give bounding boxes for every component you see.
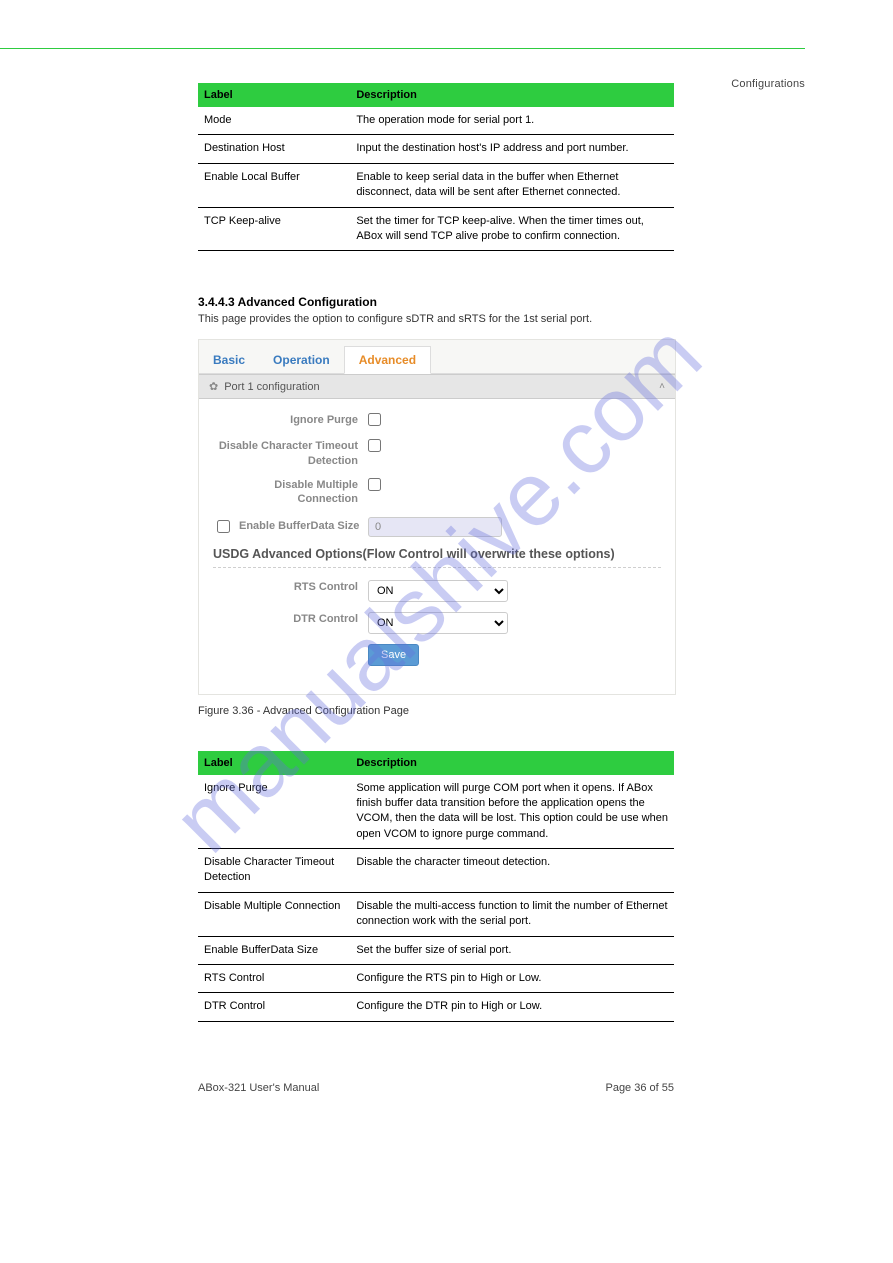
table-row: Destination HostInput the destination ho… [198,135,674,163]
table-cell: Configure the DTR pin to High or Low. [350,993,674,1021]
save-button[interactable]: Save [368,644,419,666]
table-cell: Disable Multiple Connection [198,892,350,936]
checkbox-disable-char-timeout[interactable] [368,439,381,452]
checkbox-ignore-purge[interactable] [368,413,381,426]
tab-operation[interactable]: Operation [259,347,344,373]
figure-caption: Figure 3.36 - Advanced Configuration Pag… [198,705,674,717]
label-dtr: DTR Control [213,612,368,626]
label-description-table-1: Label Description ModeThe operation mode… [198,83,674,251]
label-rts: RTS Control [213,580,368,594]
select-dtr[interactable]: ON [368,612,508,634]
label-description-table-2: Label Description Ignore PurgeSome appli… [198,751,674,1022]
table-row: Disable Multiple ConnectionDisable the m… [198,892,674,936]
panel-body: Ignore Purge Disable Character Timeout D… [199,399,675,693]
table-cell: Disable the multi-access function to lim… [350,892,674,936]
table-cell: Disable Character Timeout Detection [198,849,350,893]
table-cell: Enable BufferData Size [198,936,350,964]
table-row: DTR ControlConfigure the DTR pin to High… [198,993,674,1021]
table-row: Ignore PurgeSome application will purge … [198,775,674,849]
usdg-section-title: USDG Advanced Options(Flow Control will … [213,547,661,568]
t2-h2: Description [350,751,674,775]
table-cell: Destination Host [198,135,350,163]
table-cell: Some application will purge COM port whe… [350,775,674,849]
chevron-up-icon[interactable]: ˄ [659,381,665,392]
label-ignore-purge: Ignore Purge [213,413,368,427]
header-right-text: Configurations [731,78,805,90]
table-cell: DTR Control [198,993,350,1021]
gear-icon: ✿ [209,380,218,393]
input-buffer-size[interactable] [368,517,502,537]
label-disable-multiple: Disable Multiple Connection [213,478,368,507]
section-subtext: This page provides the option to configu… [198,313,674,325]
table-row: Enable BufferData SizeSet the buffer siz… [198,936,674,964]
tab-advanced[interactable]: Advanced [344,346,431,374]
table-cell: The operation mode for serial port 1. [350,107,674,135]
checkbox-enable-buffer[interactable] [217,520,230,533]
tab-basic[interactable]: Basic [199,347,259,373]
figure-advanced-config: Basic Operation Advanced ✿ Port 1 config… [198,339,674,694]
table-row: ModeThe operation mode for serial port 1… [198,107,674,135]
table-row: RTS ControlConfigure the RTS pin to High… [198,965,674,993]
table-cell: TCP Keep-alive [198,207,350,251]
top-divider [0,48,805,49]
label-disable-char-timeout: Disable Character Timeout Detection [213,439,368,468]
table-cell: Enable Local Buffer [198,163,350,207]
t1-h2: Description [350,83,674,107]
table-cell: RTS Control [198,965,350,993]
footer-left: ABox-321 User's Manual [198,1082,319,1094]
panel-title: Port 1 configuration [224,381,319,393]
table-cell: Ignore Purge [198,775,350,849]
table-cell: Input the destination host's IP address … [350,135,674,163]
select-rts[interactable]: ON [368,580,508,602]
table-cell: Mode [198,107,350,135]
panel-header[interactable]: ✿ Port 1 configuration ˄ [199,374,675,399]
table-row: Disable Character Timeout DetectionDisab… [198,849,674,893]
table-cell: Set the timer for TCP keep-alive. When t… [350,207,674,251]
page-footer: ABox-321 User's Manual Page 36 of 55 [198,1082,674,1094]
table-cell: Disable the character timeout detection. [350,849,674,893]
config-panel: Basic Operation Advanced ✿ Port 1 config… [198,339,676,694]
table-cell: Configure the RTS pin to High or Low. [350,965,674,993]
footer-right: Page 36 of 55 [605,1082,674,1094]
label-enable-buffer: Enable BufferData Size [239,519,359,533]
tab-bar: Basic Operation Advanced [199,340,675,374]
table-cell: Enable to keep serial data in the buffer… [350,163,674,207]
section-heading: 3.4.4.3 Advanced Configuration [198,295,674,309]
table-row: TCP Keep-aliveSet the timer for TCP keep… [198,207,674,251]
table-cell: Set the buffer size of serial port. [350,936,674,964]
t2-h1: Label [198,751,350,775]
checkbox-disable-multiple[interactable] [368,478,381,491]
table-row: Enable Local BufferEnable to keep serial… [198,163,674,207]
t1-h1: Label [198,83,350,107]
